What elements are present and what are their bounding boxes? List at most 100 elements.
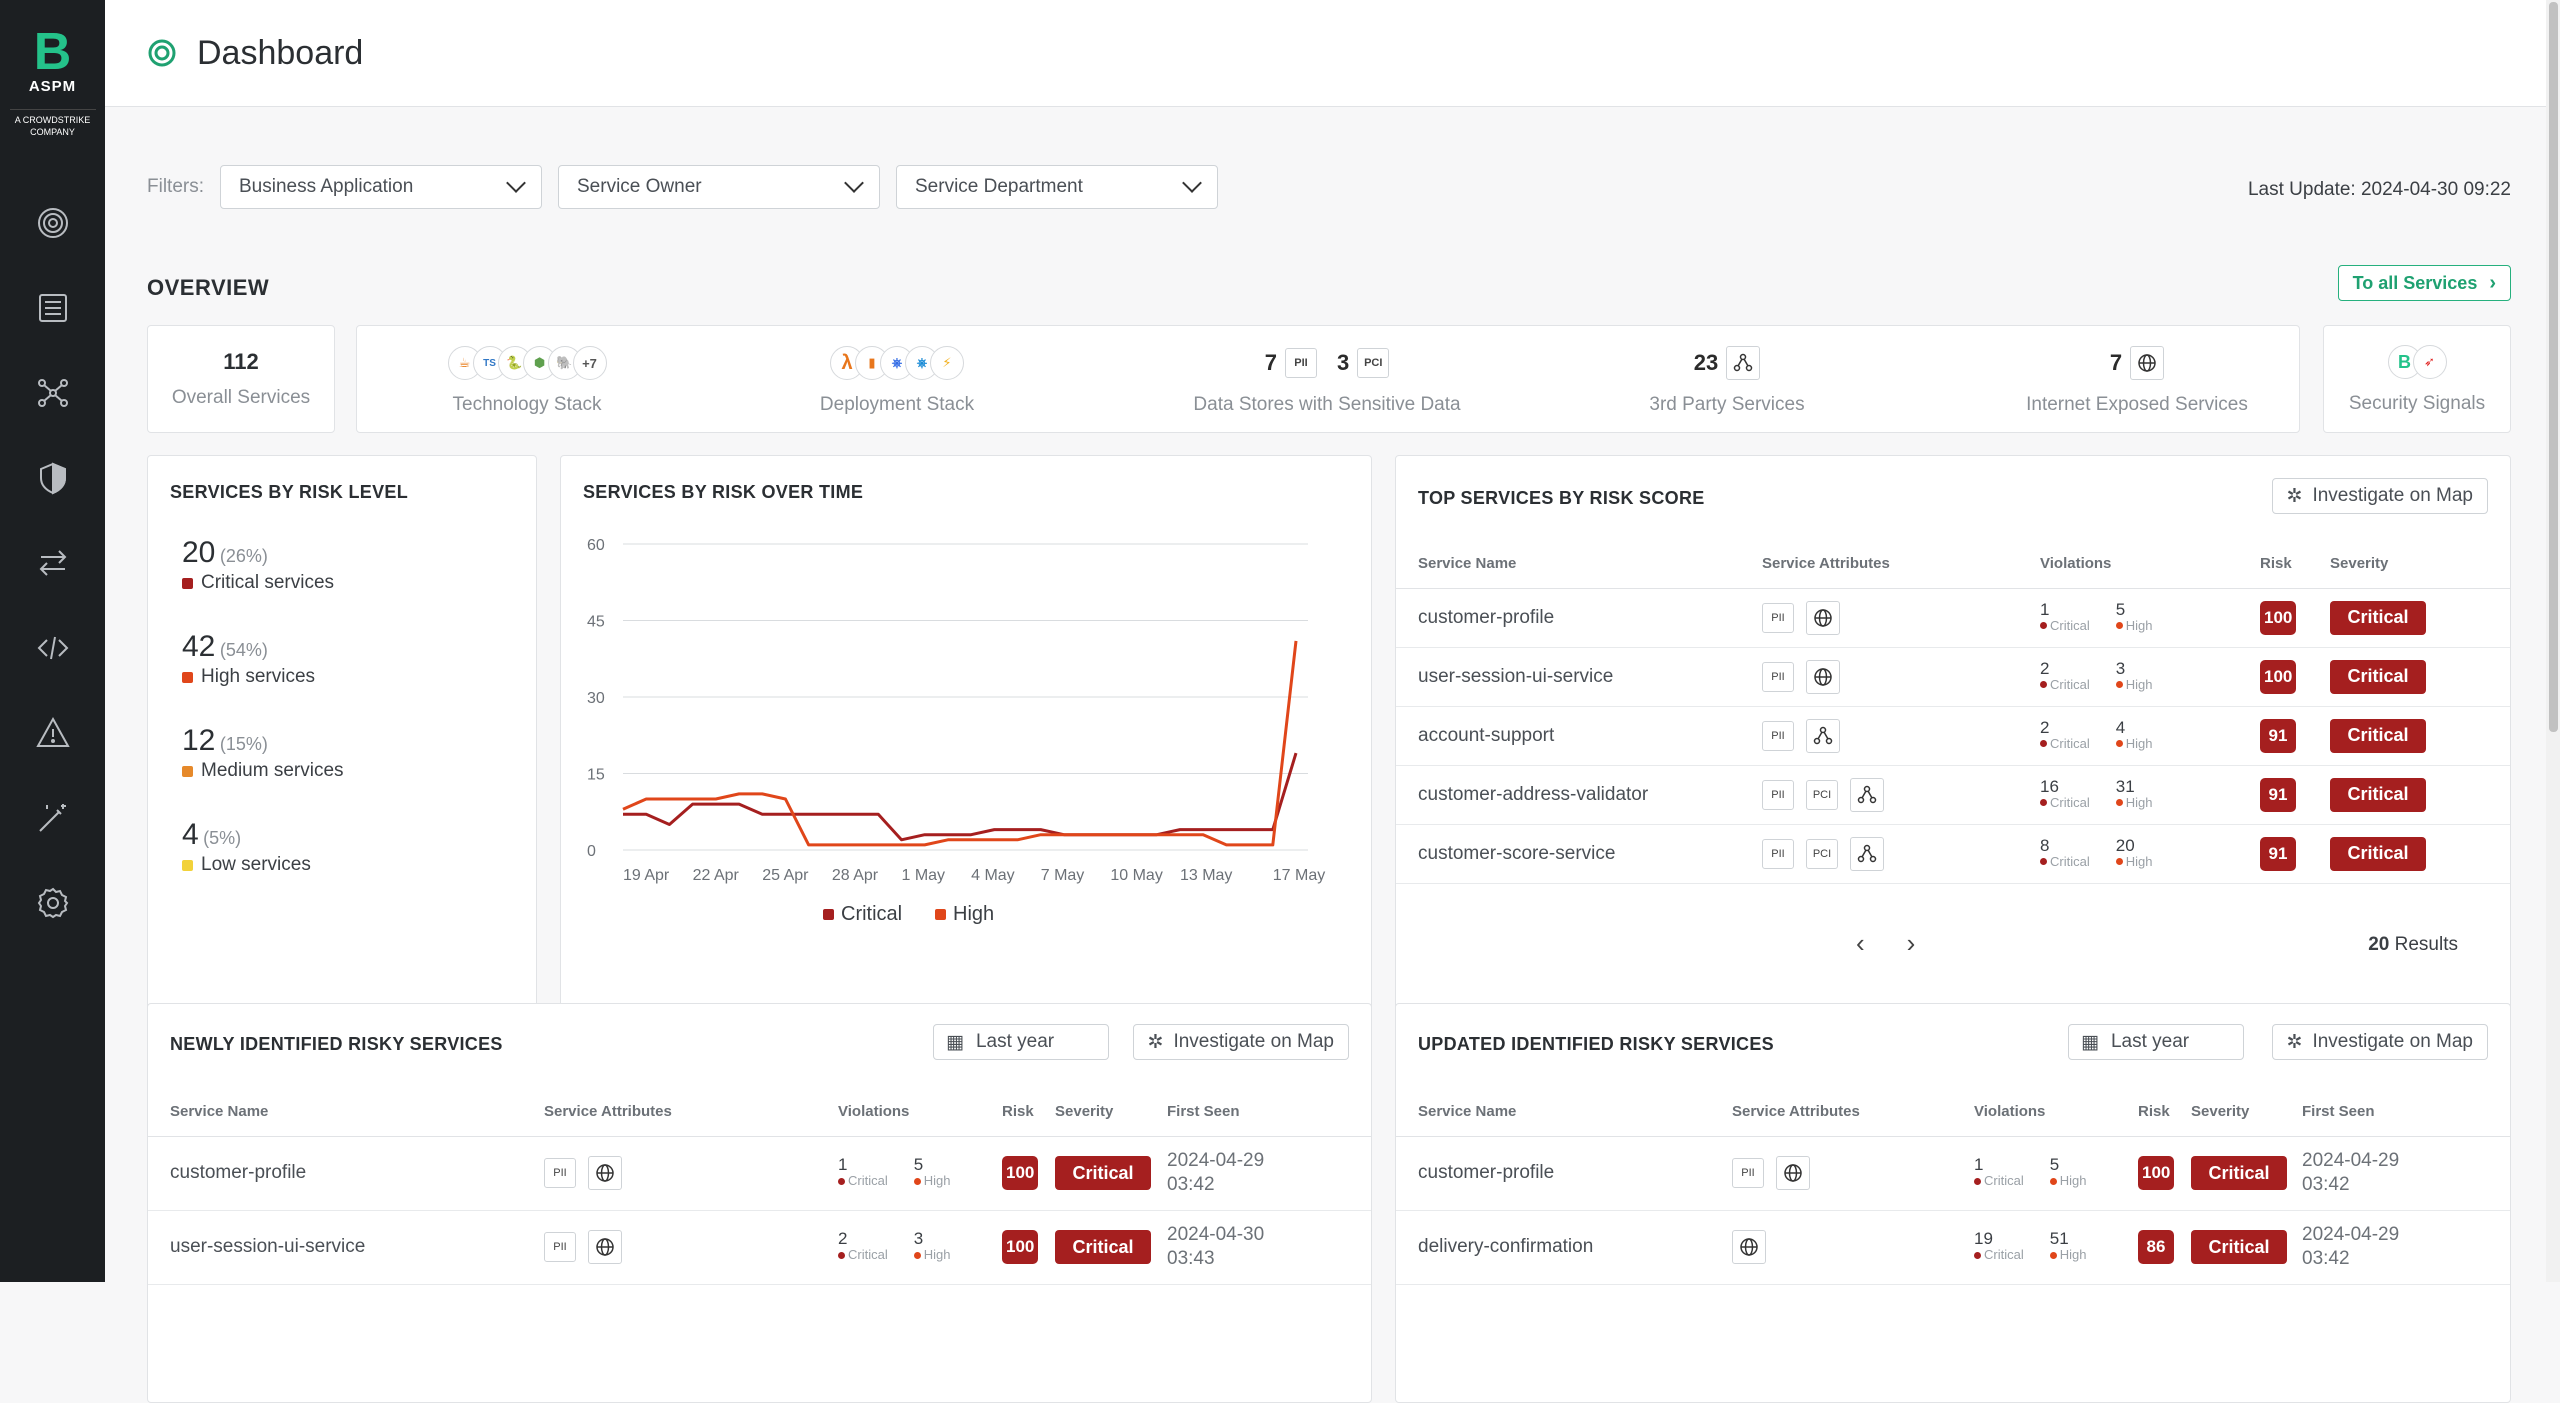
technology-stack[interactable]: ☕ TS 🐍 ⬢ 🐘 +7 Technology Stack bbox=[397, 326, 657, 434]
nav-alerts[interactable] bbox=[0, 690, 105, 775]
globe-icon[interactable] bbox=[1776, 1156, 1810, 1190]
service-name[interactable]: customer-profile bbox=[1418, 607, 1554, 628]
date-range-picker[interactable]: ▦ Last year bbox=[933, 1024, 1109, 1060]
pci-tag[interactable]: PCI bbox=[1806, 779, 1838, 810]
high-violations[interactable]: 5 High bbox=[913, 1156, 950, 1189]
col-first-seen[interactable]: First Seen bbox=[1167, 1088, 1371, 1137]
col-risk[interactable]: Risk bbox=[2260, 540, 2330, 589]
business-application-dropdown[interactable]: Business Application bbox=[220, 165, 542, 209]
col-violations[interactable]: Violations bbox=[838, 1088, 1002, 1137]
pii-tag[interactable]: PII bbox=[1762, 661, 1794, 692]
col-severity[interactable]: Severity bbox=[2330, 540, 2510, 589]
high-violations[interactable]: 51 High bbox=[2049, 1230, 2086, 1263]
to-all-services-button[interactable]: To all Services › bbox=[2337, 265, 2511, 301]
risk-level-item[interactable]: 4 (5%) Low services bbox=[182, 818, 311, 876]
graph-icon[interactable] bbox=[1850, 836, 1884, 871]
col-violations[interactable]: Violations bbox=[1974, 1088, 2138, 1137]
critical-violations[interactable]: 16 Critical bbox=[2040, 778, 2090, 811]
critical-violations[interactable]: 2 Critical bbox=[2040, 660, 2090, 693]
date-range-picker[interactable]: ▦ Last year bbox=[2068, 1024, 2244, 1060]
investigate-on-map-button[interactable]: ✲ Investigate on Map bbox=[1132, 1024, 1349, 1060]
deployment-stack[interactable]: λ ▮ ⎈ ⎈ ⚡ Deployment Stack bbox=[777, 326, 1017, 434]
globe-icon[interactable] bbox=[588, 1156, 622, 1190]
col-service-name[interactable]: Service Name bbox=[1396, 540, 1762, 589]
internet-exposed-services[interactable]: 7 Internet Exposed Services bbox=[2007, 326, 2267, 434]
pii-tag[interactable]: PII bbox=[544, 1158, 576, 1188]
critical-violations[interactable]: 1 Critical bbox=[1974, 1156, 2024, 1189]
table-row[interactable]: customer-profile PII 1 Critical 5 High 100 Crit… bbox=[1396, 588, 2510, 648]
critical-violations[interactable]: 2 Critical bbox=[2040, 719, 2090, 752]
third-party-services[interactable]: 23 3rd Party Services bbox=[1607, 326, 1847, 434]
service-name[interactable]: customer-address-validator bbox=[1418, 784, 1648, 805]
risk-level-item[interactable]: 42 (54%) High services bbox=[182, 630, 315, 688]
high-violations[interactable]: 3 High bbox=[2115, 660, 2152, 693]
page-scrollbar[interactable] bbox=[2546, 0, 2560, 1282]
table-row[interactable]: customer-profile PII 1 Critical 5 High 100 Crit… bbox=[148, 1136, 1371, 1211]
pii-tag[interactable]: PII bbox=[1762, 720, 1794, 751]
service-name[interactable]: customer-profile bbox=[170, 1162, 306, 1183]
pii-tag[interactable]: PII bbox=[1762, 838, 1794, 869]
data-stores[interactable]: 7 PII 3 PCI Data Stores with Sensitive Dat… bbox=[1157, 326, 1497, 434]
service-name[interactable]: delivery-confirmation bbox=[1418, 1236, 1593, 1257]
col-service-name[interactable]: Service Name bbox=[148, 1088, 544, 1137]
table-row[interactable]: customer-address-validator PII PCI 16 Critic… bbox=[1396, 765, 2510, 825]
col-risk[interactable]: Risk bbox=[2138, 1088, 2191, 1137]
globe-icon[interactable] bbox=[1732, 1230, 1766, 1264]
app-logo[interactable]: B ASPM A CROWDSTRIKE COMPANY bbox=[9, 26, 96, 138]
service-name[interactable]: user-session-ui-service bbox=[1418, 666, 1613, 687]
globe-icon[interactable] bbox=[1806, 659, 1840, 694]
pii-tag[interactable]: PII bbox=[1762, 602, 1794, 633]
col-first-seen[interactable]: First Seen bbox=[2302, 1088, 2510, 1137]
high-violations[interactable]: 31 High bbox=[2115, 778, 2152, 811]
service-name[interactable]: customer-profile bbox=[1418, 1162, 1554, 1183]
table-row[interactable]: customer-score-service PII PCI 8 Critical 20 H… bbox=[1396, 824, 2510, 884]
service-name[interactable]: account-support bbox=[1418, 725, 1554, 746]
nav-code[interactable] bbox=[0, 605, 105, 690]
pii-tag[interactable]: PII bbox=[1762, 779, 1794, 810]
pii-tag[interactable]: PII bbox=[1732, 1158, 1764, 1188]
nav-settings[interactable] bbox=[0, 860, 105, 945]
high-violations[interactable]: 4 High bbox=[2115, 719, 2152, 752]
nav-graph[interactable] bbox=[0, 350, 105, 435]
critical-violations[interactable]: 8 Critical bbox=[2040, 837, 2090, 870]
graph-icon[interactable] bbox=[1850, 777, 1884, 812]
critical-violations[interactable]: 1 Critical bbox=[2040, 601, 2090, 634]
pii-tag[interactable]: PII bbox=[544, 1232, 576, 1262]
col-violations[interactable]: Violations bbox=[2040, 540, 2260, 589]
critical-violations[interactable]: 2 Critical bbox=[838, 1230, 888, 1263]
critical-violations[interactable]: 1 Critical bbox=[838, 1156, 888, 1189]
table-row[interactable]: delivery-confirmation 19 Critical 51 High 86 C… bbox=[1396, 1210, 2510, 1285]
next-page-button[interactable]: › bbox=[1907, 928, 1916, 959]
investigate-on-map-button[interactable]: ✲ Investigate on Map bbox=[2271, 1024, 2488, 1060]
graph-icon[interactable] bbox=[1806, 718, 1840, 753]
service-name[interactable]: user-session-ui-service bbox=[170, 1236, 365, 1257]
nav-security[interactable] bbox=[0, 435, 105, 520]
investigate-on-map-button[interactable]: ✲ Investigate on Map bbox=[2271, 478, 2488, 514]
nav-inventory[interactable] bbox=[0, 265, 105, 350]
globe-icon[interactable] bbox=[588, 1230, 622, 1264]
table-row[interactable]: customer-profile PII 1 Critical 5 High 100 Crit… bbox=[1396, 1136, 2510, 1211]
high-violations[interactable]: 5 High bbox=[2049, 1156, 2086, 1189]
table-row[interactable]: user-session-ui-service PII 2 Critical 3 High… bbox=[1396, 647, 2510, 707]
table-row[interactable]: account-support PII 2 Critical 4 High 91 Critic… bbox=[1396, 706, 2510, 766]
service-name[interactable]: customer-score-service bbox=[1418, 843, 1615, 864]
col-risk[interactable]: Risk bbox=[1002, 1088, 1055, 1137]
service-owner-dropdown[interactable]: Service Owner bbox=[558, 165, 880, 209]
table-row[interactable]: user-session-ui-service PII 2 Critical 3 High… bbox=[148, 1210, 1371, 1285]
overall-services-card[interactable]: 112 Overall Services bbox=[147, 325, 335, 433]
pci-tag[interactable]: PCI bbox=[1806, 838, 1838, 869]
col-severity[interactable]: Severity bbox=[1055, 1088, 1167, 1137]
high-violations[interactable]: 3 High bbox=[913, 1230, 950, 1263]
service-department-dropdown[interactable]: Service Department bbox=[896, 165, 1218, 209]
nav-remediation[interactable] bbox=[0, 775, 105, 860]
critical-violations[interactable]: 19 Critical bbox=[1974, 1230, 2024, 1263]
globe-icon[interactable] bbox=[1806, 600, 1840, 635]
high-violations[interactable]: 5 High bbox=[2115, 601, 2152, 634]
scrollbar-thumb[interactable] bbox=[2549, 2, 2558, 732]
risk-level-item[interactable]: 12 (15%) Medium services bbox=[182, 724, 344, 782]
nav-transfer[interactable] bbox=[0, 520, 105, 605]
risk-level-item[interactable]: 20 (26%) Critical services bbox=[182, 536, 334, 594]
prev-page-button[interactable]: ‹ bbox=[1856, 928, 1865, 959]
col-severity[interactable]: Severity bbox=[2191, 1088, 2302, 1137]
nav-dashboard[interactable] bbox=[0, 180, 105, 265]
